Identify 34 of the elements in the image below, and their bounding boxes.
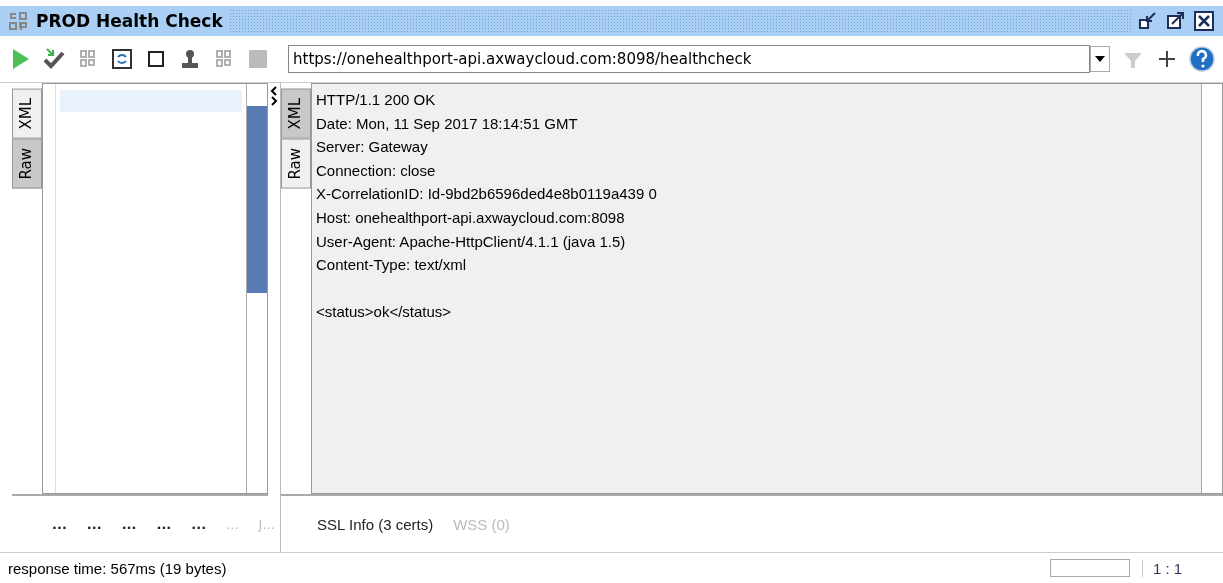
tab[interactable]: ...	[191, 516, 207, 532]
maximize-icon[interactable]	[1165, 10, 1187, 32]
tab[interactable]: ...	[52, 516, 67, 532]
checkmark-icon[interactable]	[42, 47, 66, 71]
close-icon[interactable]	[1193, 10, 1215, 32]
url-field[interactable]: https://onehealthport-api.axwaycloud.com:8098/healthcheck	[288, 45, 1090, 73]
tab[interactable]: ...	[86, 516, 102, 532]
minimize-icon[interactable]	[1137, 10, 1159, 32]
tab[interactable]: ...	[156, 516, 172, 532]
header-line: Host: onehealthport-api.axwaycloud.com:8098	[316, 207, 626, 228]
tab[interactable]: ...	[121, 516, 137, 532]
header-line: Content-Type: text/xml	[316, 255, 468, 276]
help-icon[interactable]	[1189, 46, 1215, 72]
header-line: Server: Gateway	[316, 137, 429, 158]
header-line: Date: Mon, 11 Sep 2017 18:14:51 GMT	[316, 113, 579, 134]
header-line: X-CorrelationID: Id-9bd2b6596ded4e8b0119a439 0	[316, 184, 658, 205]
header-line: HTTP/1.1 200 OK	[316, 90, 437, 110]
header-line: User-Agent: Apache-HttpClient/4.1.1 (java 1.5)	[316, 231, 627, 252]
status-message: response time: 567ms (19 bytes)	[7, 559, 228, 577]
tab[interactable]: SSL Info (3 certs)	[317, 515, 434, 533]
tab[interactable]: XML	[281, 89, 311, 139]
tab[interactable]: XML	[12, 89, 42, 139]
caret-icon	[1095, 56, 1105, 62]
header-line: Connection: close	[316, 160, 437, 181]
editor-area[interactable]	[42, 83, 268, 494]
window-title: PROD Health Check	[36, 11, 223, 31]
response-body: <status>ok</status>	[316, 302, 453, 323]
refresh-icon[interactable]	[110, 47, 134, 71]
tab[interactable]: Raw	[12, 138, 42, 189]
scrollbar[interactable]	[1201, 84, 1222, 493]
cursor-position: 1 : 1	[1142, 559, 1223, 577]
tab[interactable]: Raw	[281, 138, 311, 189]
scrollbar[interactable]	[246, 84, 267, 493]
dropdown-button[interactable]	[1090, 46, 1110, 72]
